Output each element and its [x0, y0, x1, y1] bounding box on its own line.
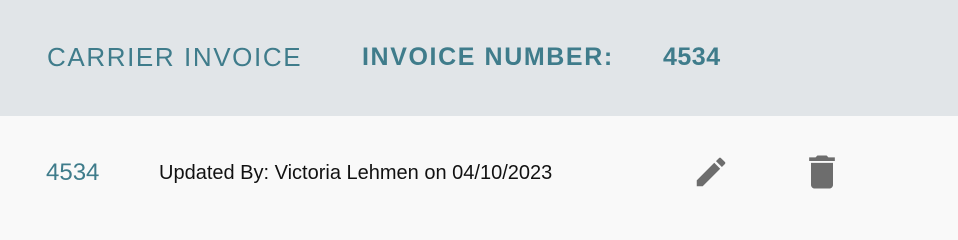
updated-by-text: Updated By: Victoria Lehmen on 04/10/202… — [159, 162, 553, 184]
edit-button[interactable] — [689, 150, 733, 194]
invoice-number-label: INVOICE NUMBER: — [362, 43, 614, 71]
invoice-number-value: 4534 — [663, 43, 721, 71]
invoice-number-link[interactable]: 4534 — [46, 158, 99, 188]
invoice-header: CARRIER INVOICE INVOICE NUMBER: 4534 — [0, 0, 958, 116]
delete-button[interactable] — [800, 150, 844, 194]
page-title: CARRIER INVOICE — [47, 42, 303, 72]
invoice-row: 4534 Updated By: Victoria Lehmen on 04/1… — [0, 116, 958, 240]
pencil-icon — [696, 157, 726, 187]
trash-icon — [809, 155, 835, 189]
